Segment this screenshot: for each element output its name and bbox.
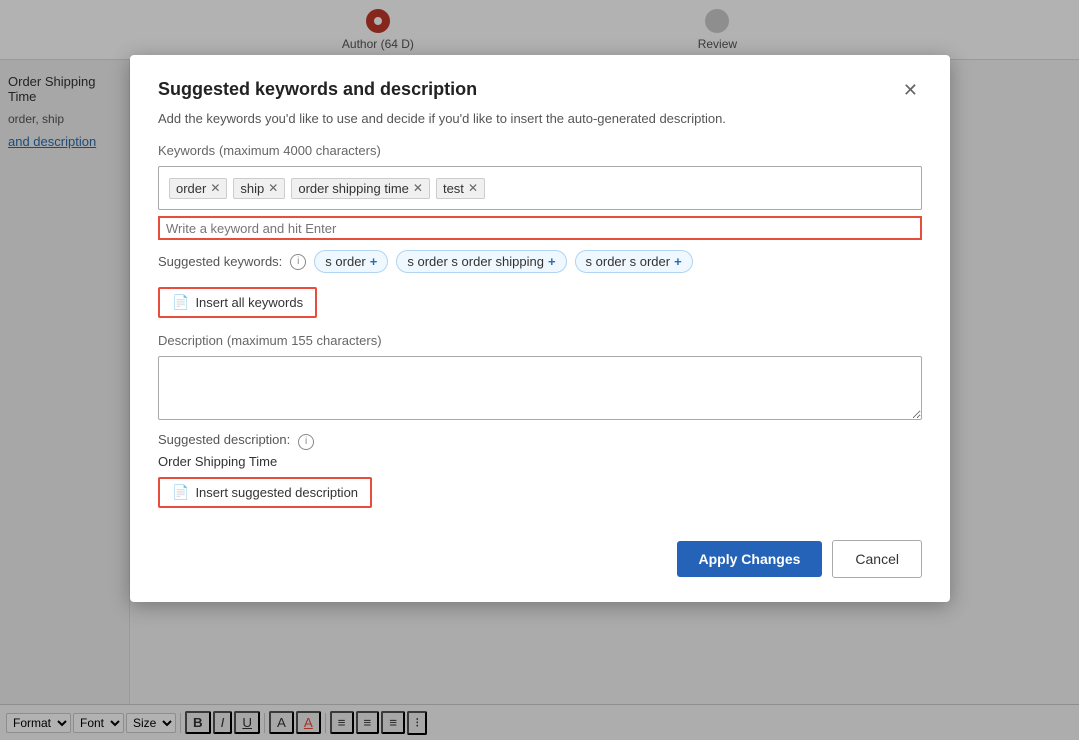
- suggested-keyword-2-plus-icon: +: [548, 254, 556, 269]
- insert-all-keywords-button[interactable]: 📄 Insert all keywords: [158, 287, 317, 318]
- modal-header: Suggested keywords and description ✕: [158, 79, 922, 101]
- modal-dialog: Suggested keywords and description ✕ Add…: [130, 55, 950, 602]
- suggested-keywords-label: Suggested keywords:: [158, 254, 282, 269]
- insert-suggested-description-button[interactable]: 📄 Insert suggested description: [158, 477, 372, 508]
- suggested-keyword-3-plus-icon: +: [674, 254, 682, 269]
- modal-subtitle: Add the keywords you'd like to use and d…: [158, 111, 922, 126]
- keyword-input[interactable]: [166, 221, 366, 236]
- insert-all-label: Insert all keywords: [195, 295, 303, 310]
- suggested-description-text: Order Shipping Time: [158, 454, 922, 469]
- insert-all-icon: 📄: [172, 294, 189, 311]
- insert-suggested-label: Insert suggested description: [195, 485, 358, 500]
- suggested-keyword-3-label: s order s order: [586, 254, 671, 269]
- suggested-description-row: Suggested description: i: [158, 431, 922, 450]
- tag-ship-label: ship: [240, 181, 264, 196]
- suggested-keyword-1-label: s order: [325, 254, 365, 269]
- tag-ship-remove[interactable]: ✕: [268, 182, 278, 194]
- modal-close-button[interactable]: ✕: [899, 79, 922, 101]
- description-textarea[interactable]: [158, 356, 922, 420]
- suggested-keywords-row: Suggested keywords: i s order + s order …: [158, 250, 922, 273]
- apply-changes-button[interactable]: Apply Changes: [677, 541, 823, 577]
- cancel-button[interactable]: Cancel: [832, 540, 922, 578]
- suggested-keyword-2-label: s order s order shipping: [407, 254, 544, 269]
- tag-test-remove[interactable]: ✕: [468, 182, 478, 194]
- tag-order-shipping-time-remove[interactable]: ✕: [413, 182, 423, 194]
- keyword-input-wrapper[interactable]: [158, 216, 922, 240]
- suggested-description-info-icon[interactable]: i: [298, 434, 314, 450]
- tag-order-remove[interactable]: ✕: [210, 182, 220, 194]
- suggested-keyword-2[interactable]: s order s order shipping +: [396, 250, 566, 273]
- tag-test-label: test: [443, 181, 464, 196]
- tag-ship: ship ✕: [233, 178, 285, 199]
- tag-order-shipping-time-label: order shipping time: [298, 181, 409, 196]
- tags-container[interactable]: order ✕ ship ✕ order shipping time ✕ tes…: [158, 166, 922, 210]
- tag-order-label: order: [176, 181, 206, 196]
- tag-order-shipping-time: order shipping time ✕: [291, 178, 430, 199]
- modal-footer: Apply Changes Cancel: [158, 540, 922, 578]
- description-label: Description (maximum 155 characters): [158, 332, 922, 348]
- suggested-keyword-1[interactable]: s order +: [314, 250, 388, 273]
- modal-title: Suggested keywords and description: [158, 79, 477, 100]
- keywords-label: Keywords (maximum 4000 characters): [158, 142, 922, 158]
- tag-order: order ✕: [169, 178, 227, 199]
- suggested-keywords-info-icon[interactable]: i: [290, 254, 306, 270]
- suggested-keyword-1-plus-icon: +: [370, 254, 378, 269]
- suggested-description-label: Suggested description:: [158, 432, 290, 447]
- tag-test: test ✕: [436, 178, 485, 199]
- suggested-keyword-3[interactable]: s order s order +: [575, 250, 693, 273]
- insert-suggested-icon: 📄: [172, 484, 189, 501]
